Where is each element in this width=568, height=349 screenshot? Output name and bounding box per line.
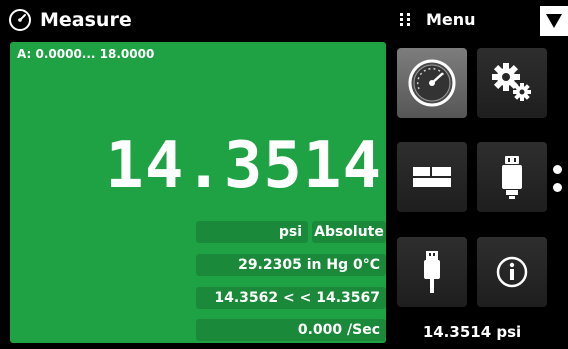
mode-chip[interactable]: Absolute bbox=[312, 221, 386, 243]
page-indicator[interactable] bbox=[553, 165, 563, 195]
menu-tile-info[interactable] bbox=[477, 237, 547, 307]
gauge-icon bbox=[408, 59, 456, 107]
chevron-down-icon bbox=[546, 14, 562, 28]
gears-icon bbox=[492, 63, 531, 101]
peak-chip[interactable]: 14.3562 < < 14.3567 bbox=[196, 287, 386, 309]
page-title: Measure bbox=[40, 9, 132, 31]
menu-tile-settings[interactable] bbox=[477, 48, 547, 118]
rate-chip[interactable]: 0.000 /Sec bbox=[196, 319, 386, 341]
top-bar: Measure Menu bbox=[0, 0, 568, 40]
display-icon bbox=[413, 167, 451, 187]
menu-label[interactable]: Menu bbox=[426, 10, 476, 30]
dropdown-button[interactable] bbox=[540, 6, 568, 36]
units-chip[interactable]: psi bbox=[196, 221, 308, 243]
alternate-units-chip[interactable]: 29.2305 in Hg 0°C bbox=[196, 254, 386, 276]
menu-tile-usb[interactable] bbox=[397, 237, 467, 307]
menu-tile-measure[interactable] bbox=[397, 48, 467, 118]
menu-tile-display[interactable] bbox=[397, 142, 467, 212]
status-reading: 14.3514 psi bbox=[422, 323, 522, 341]
page-dot[interactable] bbox=[553, 165, 562, 174]
menu-grid-icon[interactable] bbox=[399, 12, 411, 27]
usb-icon bbox=[424, 251, 440, 293]
info-icon bbox=[496, 256, 528, 288]
measure-panel[interactable]: A: 0.0000... 18.0000 14.3514 psi Absolut… bbox=[10, 42, 386, 343]
page-dot[interactable] bbox=[553, 183, 562, 192]
sensor-icon bbox=[502, 156, 522, 199]
range-label: A: 0.0000... 18.0000 bbox=[17, 47, 155, 61]
menu-tile-sensor[interactable] bbox=[477, 142, 547, 212]
gauge-icon bbox=[9, 9, 31, 31]
main-reading: 14.3514 bbox=[105, 129, 382, 203]
